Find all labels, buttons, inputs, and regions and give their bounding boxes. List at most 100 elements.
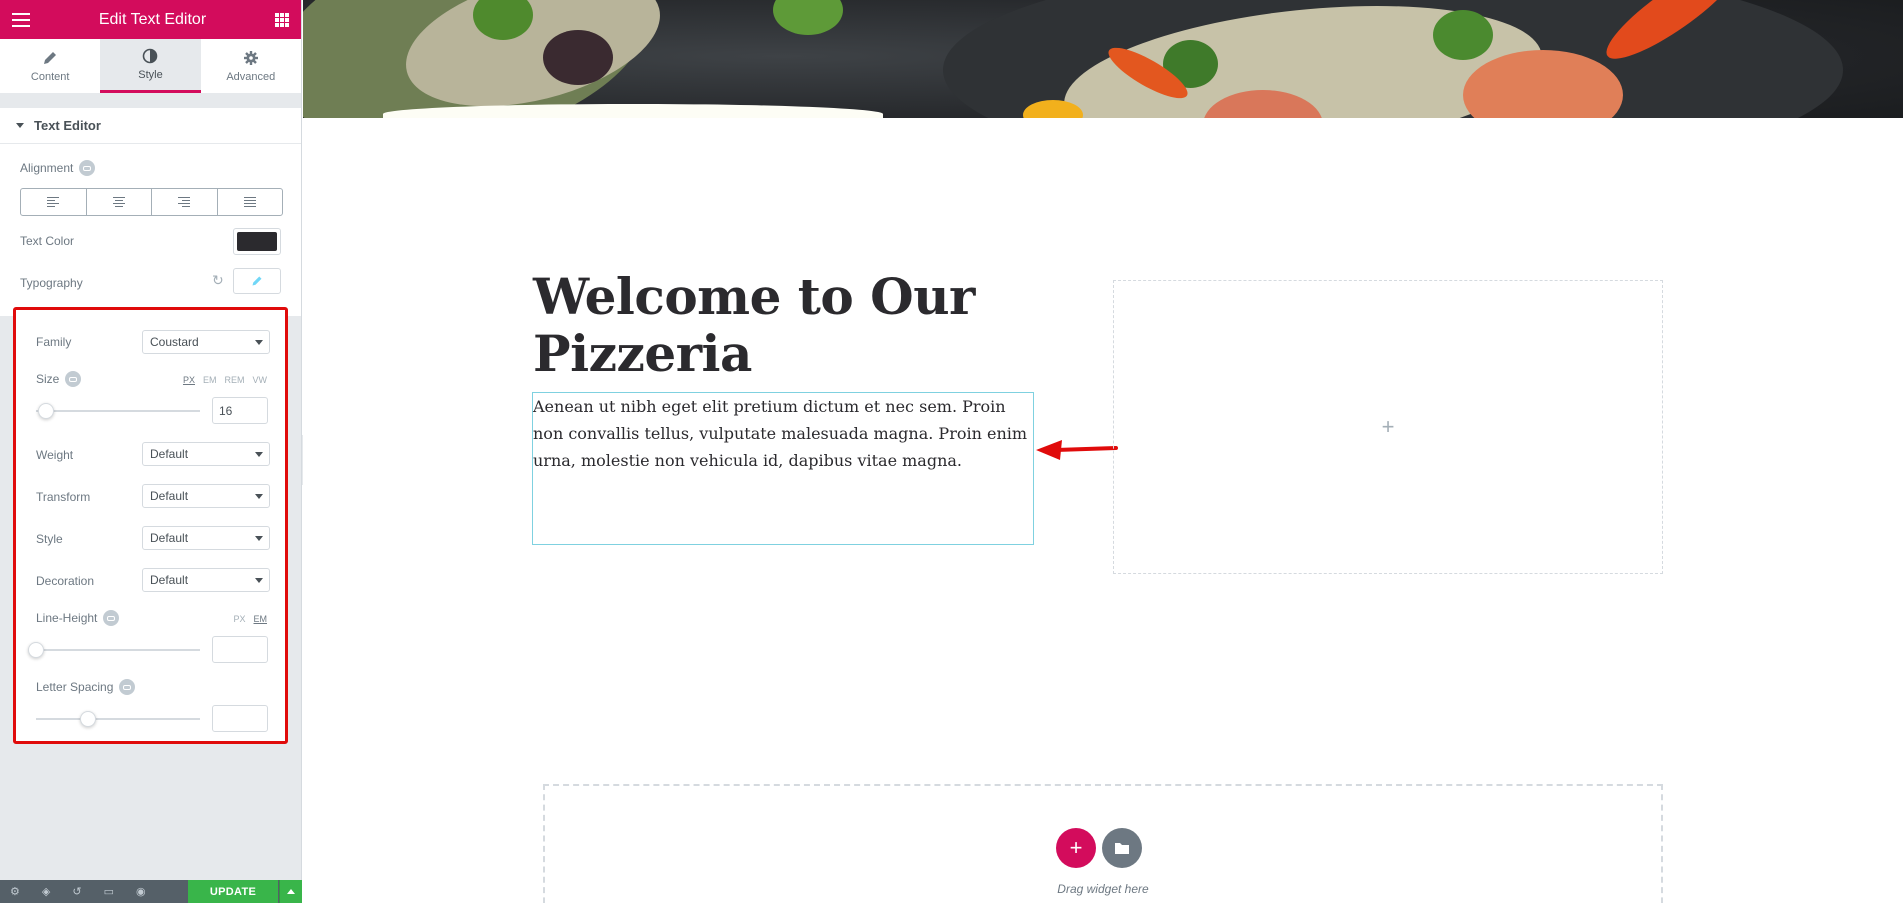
weight-select[interactable]: Default	[142, 442, 270, 466]
decoration-label: Decoration	[36, 574, 95, 588]
broccoli-image	[1433, 10, 1493, 60]
line-height-slider[interactable]	[28, 642, 200, 658]
align-justify-icon	[243, 197, 256, 207]
preview-icon[interactable]: ◉	[136, 885, 146, 898]
unit-em[interactable]: EM	[203, 375, 217, 385]
section-header-text-editor[interactable]: Text Editor	[0, 108, 301, 144]
letter-spacing-slider[interactable]	[36, 711, 200, 727]
line-height-units: PX EM	[233, 614, 267, 624]
color-swatch	[237, 232, 277, 251]
typography-popover: Family Coustard Size PX EM REM VW 16 Wei…	[13, 307, 288, 744]
size-units: PX EM REM VW	[183, 375, 267, 385]
typography-edit-button[interactable]	[233, 268, 281, 294]
history-icon[interactable]: ↺	[72, 885, 81, 898]
font-family-select[interactable]: Coustard	[142, 330, 270, 354]
olive-image	[543, 30, 613, 85]
text-color-picker[interactable]	[233, 228, 281, 255]
decoration-value: Default	[150, 573, 189, 587]
dropdown-arrow-icon	[255, 452, 263, 457]
widgets-grid-icon[interactable]	[275, 12, 289, 27]
add-section-button[interactable]: +	[1056, 828, 1096, 868]
tab-advanced[interactable]: Advanced	[201, 39, 301, 93]
page-heading[interactable]: Welcome to Our Pizzeria	[533, 268, 1013, 382]
dropdown-arrow-icon	[255, 340, 263, 345]
font-family-value: Coustard	[150, 335, 199, 349]
letter-spacing-input[interactable]	[212, 705, 268, 732]
panel-title: Edit Text Editor	[98, 10, 207, 28]
unit-rem[interactable]: REM	[225, 375, 245, 385]
responsive-icon[interactable]: ▭	[104, 885, 114, 898]
line-height-label-text: Line-Height	[36, 611, 98, 625]
line-height-input[interactable]	[212, 636, 268, 663]
style-label: Style	[36, 532, 63, 546]
hamburger-menu-icon[interactable]	[12, 12, 30, 27]
slider-handle[interactable]	[80, 711, 96, 727]
text-editor-widget[interactable]: Aenean ut nibh eget elit pretium dictum …	[533, 393, 1031, 474]
add-widget-plus-icon[interactable]: +	[1382, 414, 1395, 440]
reset-icon[interactable]: ↻	[212, 272, 224, 289]
style-select[interactable]: Default	[142, 526, 270, 550]
dropdown-arrow-icon	[255, 494, 263, 499]
transform-select[interactable]: Default	[142, 484, 270, 508]
empty-column[interactable]: +	[1113, 280, 1663, 574]
panel-header: Edit Text Editor	[0, 0, 301, 39]
plus-icon: +	[1069, 835, 1083, 860]
slider-handle[interactable]	[38, 403, 54, 419]
align-center-button[interactable]	[87, 189, 152, 215]
style-controls: Alignment Text Color Typography ↻	[0, 144, 301, 316]
save-options-button[interactable]	[279, 880, 302, 903]
size-label: Size	[36, 371, 82, 387]
unit-vw[interactable]: VW	[253, 375, 268, 385]
tab-style[interactable]: Style	[100, 39, 201, 93]
editor-canvas: Welcome to Our Pizzeria Aenean ut nibh e…	[303, 0, 1903, 903]
weight-value: Default	[150, 447, 189, 461]
annotation-arrow	[1036, 440, 1118, 460]
hero-bottom-edge	[303, 118, 1903, 141]
dropdown-arrow-icon	[255, 578, 263, 583]
caret-down-icon	[16, 123, 24, 128]
update-button[interactable]: UPDATE	[188, 880, 278, 903]
responsive-device-icon[interactable]	[103, 610, 120, 626]
basil-image	[773, 0, 843, 35]
layers-icon[interactable]: ◈	[42, 885, 50, 898]
responsive-device-icon[interactable]	[119, 679, 136, 695]
typography-label: Typography	[20, 276, 83, 290]
tab-content-label: Content	[30, 70, 70, 83]
tab-advanced-label: Advanced	[226, 70, 276, 83]
align-left-icon	[47, 197, 60, 207]
pencil-icon	[44, 51, 57, 64]
size-slider[interactable]	[36, 403, 200, 419]
settings-icon[interactable]: ⚙	[10, 885, 20, 898]
unit-px[interactable]: PX	[233, 614, 245, 624]
slider-handle[interactable]	[28, 642, 44, 658]
responsive-device-icon[interactable]	[79, 160, 96, 176]
align-right-icon	[178, 197, 191, 207]
align-justify-button[interactable]	[218, 189, 283, 215]
add-template-button[interactable]	[1102, 828, 1142, 868]
align-left-button[interactable]	[21, 189, 87, 215]
transform-label: Transform	[36, 490, 91, 504]
alignment-choices	[20, 188, 283, 216]
align-right-button[interactable]	[152, 189, 218, 215]
alignment-label-text: Alignment	[20, 161, 74, 175]
style-value: Default	[150, 531, 189, 545]
line-height-label: Line-Height	[36, 610, 120, 626]
gear-icon	[243, 50, 258, 65]
responsive-device-icon[interactable]	[65, 371, 82, 387]
unit-em[interactable]: EM	[254, 614, 268, 624]
slider-track	[36, 410, 200, 412]
folder-icon	[1115, 843, 1129, 854]
weight-label: Weight	[36, 448, 74, 462]
drop-hint: Drag widget here	[1057, 882, 1149, 896]
decoration-select[interactable]: Default	[142, 568, 270, 592]
hero-image	[303, 0, 1903, 141]
contrast-icon	[143, 48, 158, 64]
alignment-label: Alignment	[20, 160, 96, 176]
unit-px[interactable]: PX	[183, 375, 195, 385]
tab-content[interactable]: Content	[0, 39, 100, 93]
size-input[interactable]: 16	[212, 397, 268, 424]
size-label-text: Size	[36, 372, 60, 386]
slider-track	[36, 718, 200, 720]
panel-tabs: Content Style Advanced	[0, 39, 301, 94]
add-section-dropzone[interactable]: + Drag widget here	[543, 784, 1663, 903]
